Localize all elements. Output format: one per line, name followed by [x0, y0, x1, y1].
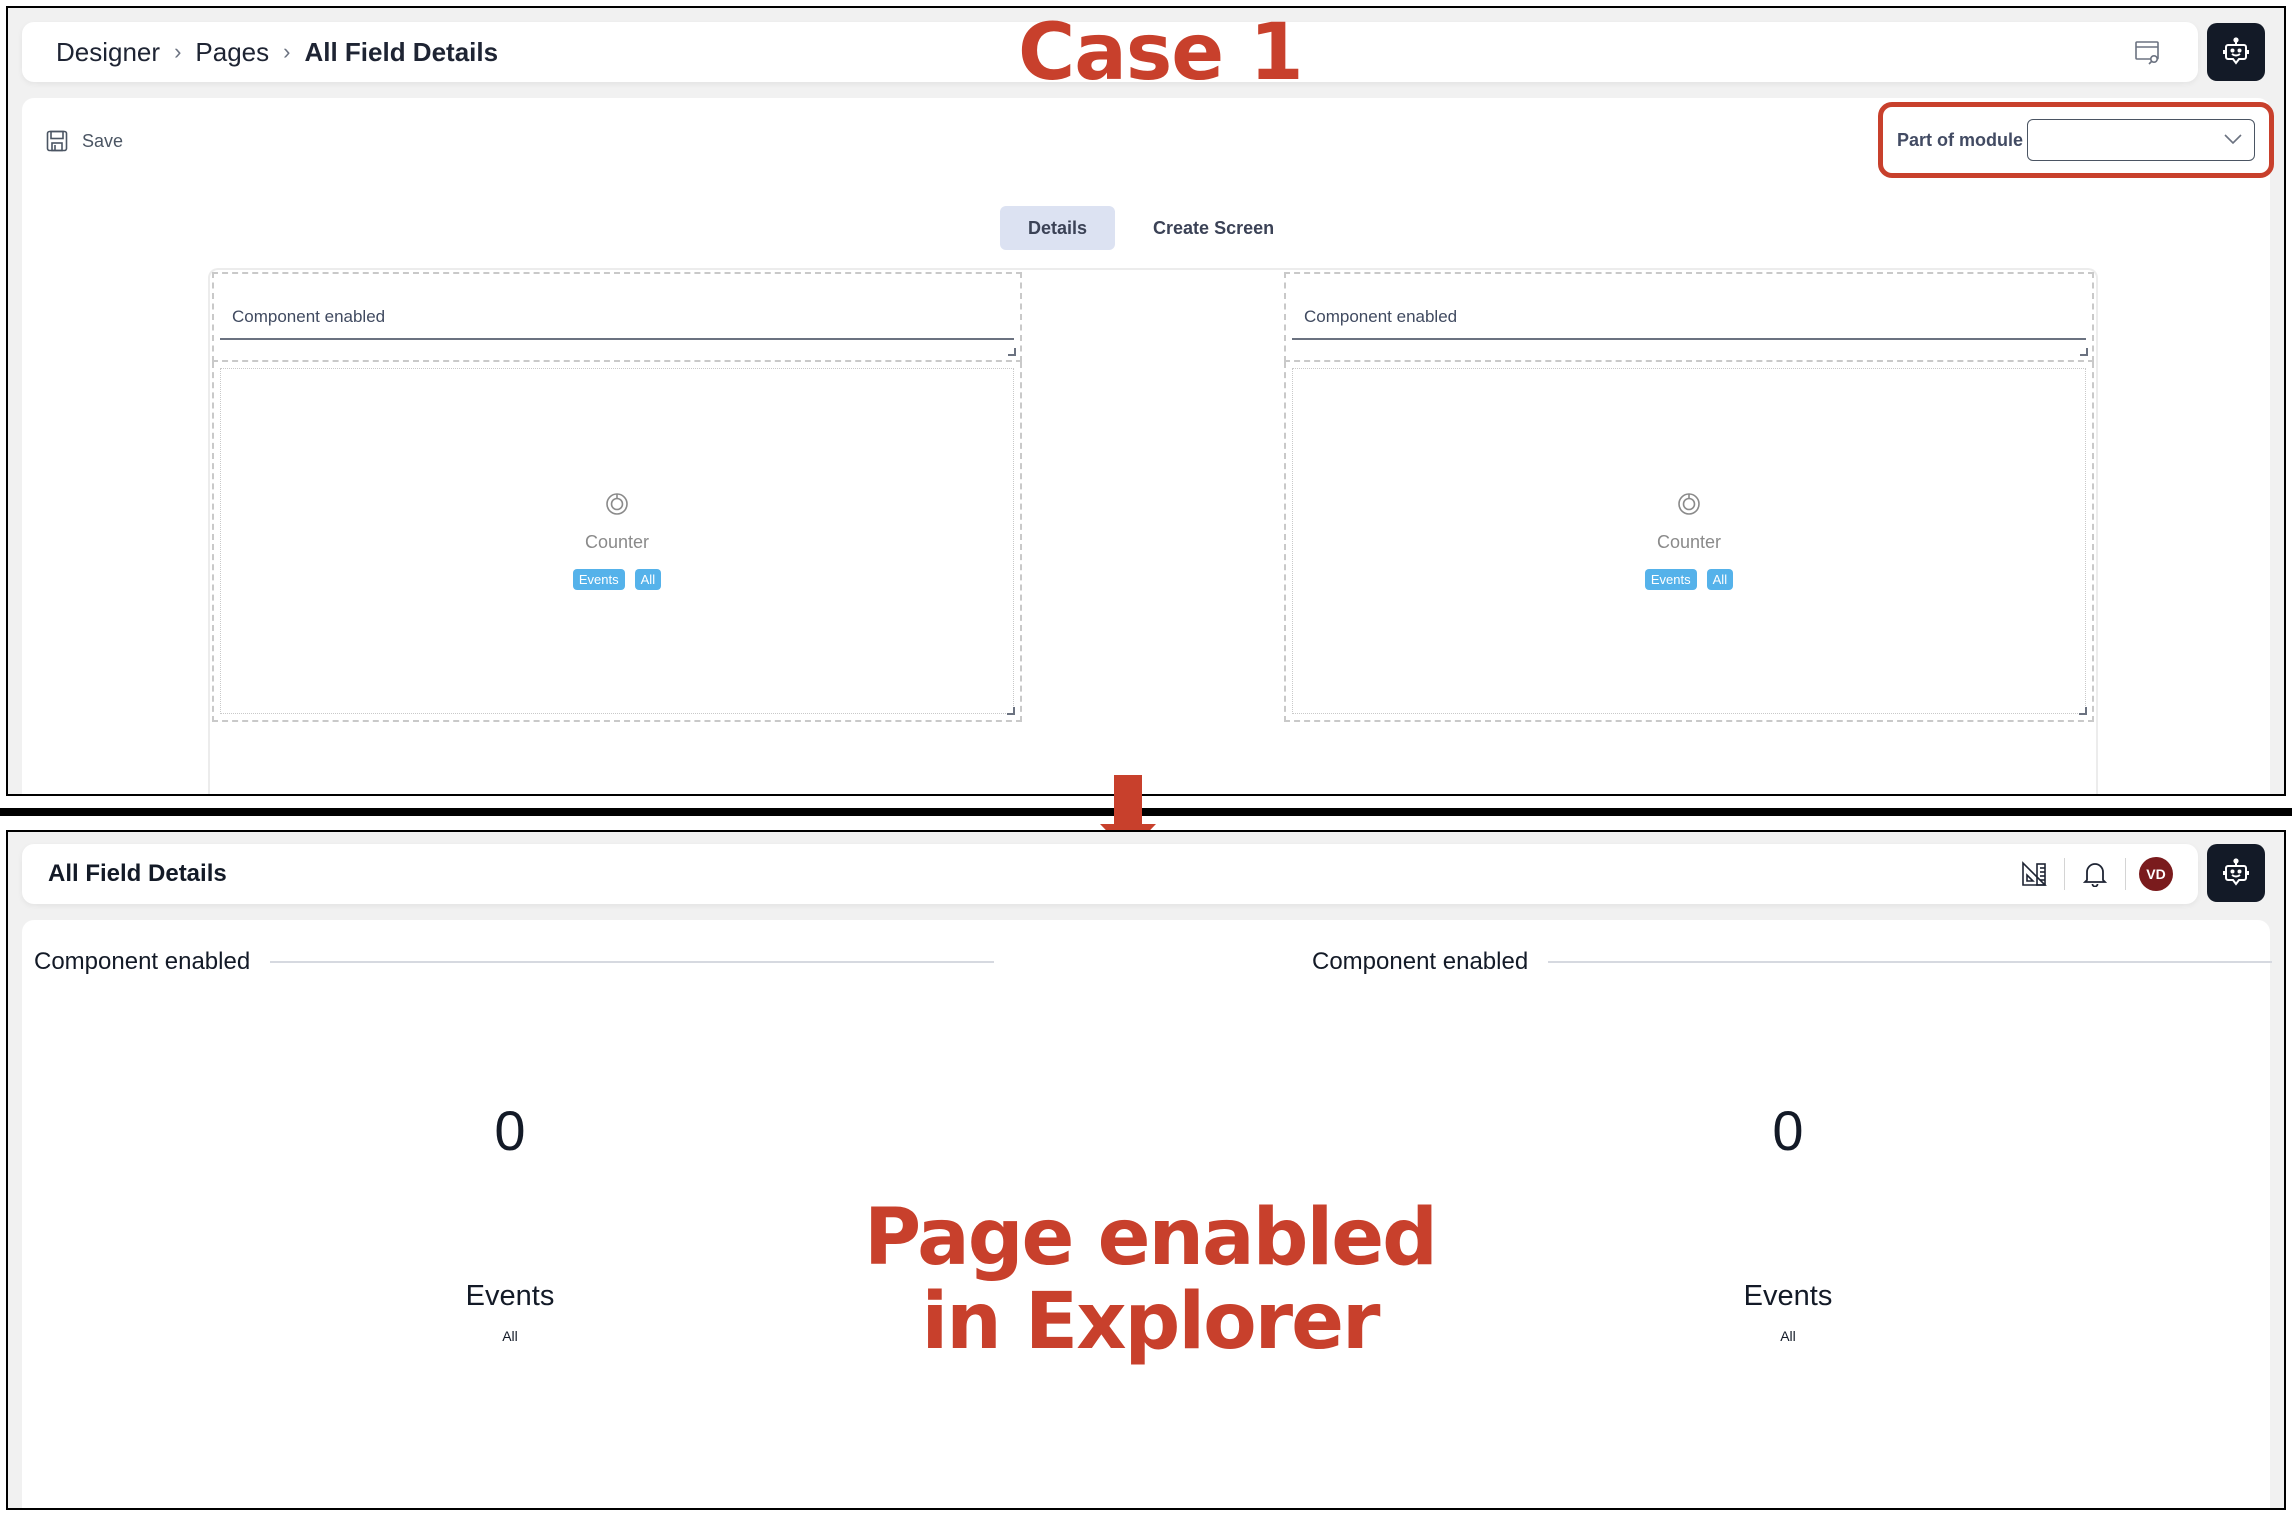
component-panel: Component enabled Counter Events All	[1284, 272, 2094, 722]
section-title: Component enabled	[34, 948, 251, 975]
explorer-annotation: Page enabled in Explorer	[800, 1196, 1500, 1364]
chevron-right-icon: ›	[283, 39, 291, 64]
counter-label: Counter	[1656, 532, 1722, 552]
component-panel: Component enabled Counter Events All	[212, 272, 1022, 722]
avatar[interactable]: VD	[2139, 857, 2173, 891]
counter-icon	[1678, 493, 1700, 515]
resize-handle[interactable]	[2079, 707, 2087, 715]
assistant-button[interactable]	[2207, 23, 2265, 81]
explorer-header: All Field Details VD	[22, 844, 2198, 904]
avatar-wrapper: VD	[2126, 844, 2186, 904]
ruler-triangle-icon[interactable]	[2004, 844, 2064, 904]
designer-screenshot: Designer › Pages › All Field Details Cas…	[6, 6, 2286, 796]
case-annotation: Case 1	[1018, 8, 1304, 98]
chevron-right-icon: ›	[174, 39, 182, 64]
counter-label: Counter	[584, 532, 650, 552]
robot-chat-icon	[2223, 858, 2249, 886]
chevron-down-icon	[2224, 134, 2242, 145]
counter-tags: Events All	[572, 569, 662, 590]
section-header: Component enabled	[34, 948, 994, 976]
save-icon	[46, 130, 68, 152]
layout-canvas: Component enabled Counter Events All Com…	[208, 268, 2098, 794]
section-header: Component enabled	[1312, 948, 2272, 976]
counter-icon	[606, 493, 628, 515]
explorer-annotation-line2: in Explorer	[921, 1277, 1380, 1367]
explorer-annotation-line1: Page enabled	[864, 1193, 1438, 1283]
designer-canvas-card: Save Part of module Details Create Scree…	[22, 98, 2274, 794]
header-actions: VD	[2004, 844, 2186, 904]
breadcrumb-designer[interactable]: Designer	[56, 37, 160, 68]
field-label: Component enabled	[220, 296, 1014, 340]
counter-value: 0	[494, 1099, 526, 1162]
counter-sub-label: All	[1780, 1328, 1796, 1344]
field-label: Component enabled	[1292, 296, 2086, 340]
section-divider	[270, 961, 994, 963]
tag-events: Events	[572, 569, 625, 590]
window-search-icon[interactable]	[2134, 38, 2162, 66]
tag-all: All	[1706, 569, 1734, 590]
explorer-screenshot: All Field Details VD Component enabled 0…	[6, 830, 2286, 1510]
tab-details[interactable]: Details	[1000, 206, 1116, 250]
field-component[interactable]: Component enabled	[212, 272, 1022, 362]
breadcrumb-current: All Field Details	[304, 36, 499, 67]
robot-chat-icon	[2223, 37, 2249, 65]
designer-tabs: Details Create Screen	[1000, 206, 1302, 250]
tab-create-screen[interactable]: Create Screen	[1125, 206, 1302, 250]
counter-sub-label: All	[502, 1328, 518, 1344]
counter-widget: Counter Events All	[1292, 368, 2087, 715]
page-title: All Field Details	[48, 860, 227, 887]
part-of-module-highlight: Part of module	[1878, 102, 2274, 178]
counter-tags: Events All	[1644, 569, 1734, 590]
tag-all: All	[634, 569, 662, 590]
counter-value: 0	[1772, 1099, 1804, 1162]
breadcrumb: Designer › Pages › All Field Details	[56, 22, 498, 82]
counter-label: Events	[1743, 1280, 1833, 1312]
resize-handle[interactable]	[2080, 348, 2088, 356]
counter-component[interactable]: Counter Events All	[212, 362, 1022, 722]
breadcrumb-pages[interactable]: Pages	[195, 37, 269, 68]
counter-component[interactable]: Counter Events All	[1284, 362, 2094, 722]
counter-widget: Counter Events All	[220, 368, 1015, 715]
field-component[interactable]: Component enabled	[1284, 272, 2094, 362]
assistant-button[interactable]	[2207, 844, 2265, 902]
section-divider	[1548, 961, 2272, 963]
part-of-module-select[interactable]	[2027, 119, 2256, 161]
save-label: Save	[82, 130, 124, 151]
part-of-module-label: Part of module	[1897, 129, 2024, 150]
tag-events: Events	[1644, 569, 1697, 590]
section-title: Component enabled	[1312, 948, 1529, 975]
resize-handle[interactable]	[1007, 707, 1015, 715]
counter-label: Events	[465, 1280, 555, 1312]
resize-handle[interactable]	[1008, 348, 1016, 356]
save-button[interactable]: Save	[46, 130, 123, 152]
bell-icon[interactable]	[2065, 844, 2125, 904]
